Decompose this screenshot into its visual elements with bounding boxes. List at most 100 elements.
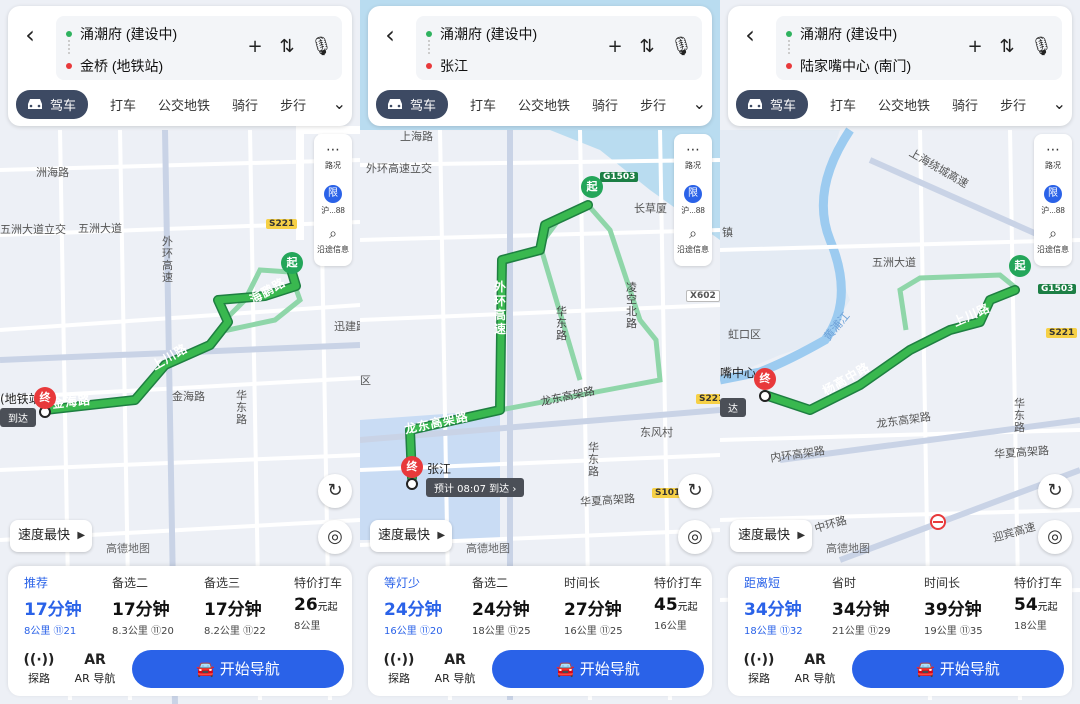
route-inputs: 涌潮府 (建设中) 金桥 (地铁站) + ⇅ 🎙 — [56, 16, 342, 80]
plate-limit-button[interactable]: 限沪...88 — [314, 184, 352, 216]
add-waypoint-icon[interactable]: + — [606, 36, 624, 57]
traffic-button[interactable]: ⋯ 路况 — [674, 142, 712, 171]
start-navigation-button[interactable]: 🚘 开始导航 — [852, 650, 1064, 688]
traffic-icon: ⋯ — [686, 142, 700, 158]
tab-transit[interactable]: 公交地铁 — [158, 95, 210, 114]
tab-drive[interactable]: 驾车 — [16, 89, 89, 119]
explore-button[interactable]: ((·)) 探路 — [736, 652, 782, 686]
add-waypoint-icon[interactable]: + — [246, 36, 264, 57]
ar-nav-button[interactable]: AR AR 导航 — [72, 652, 118, 686]
add-waypoint-icon[interactable]: + — [966, 36, 984, 57]
mic-icon[interactable]: 🎙 — [310, 36, 333, 57]
explore-button[interactable]: ((·)) 探路 — [376, 652, 422, 686]
tab-taxi[interactable]: 打车 — [110, 95, 136, 114]
option-time: 17 — [204, 600, 228, 620]
start-text: 涌潮府 (建设中) — [800, 26, 898, 42]
ar-nav-button[interactable]: AR AR 导航 — [432, 652, 478, 686]
map-label: 外环高速立交 — [366, 162, 432, 175]
swap-icon[interactable]: ⇅ — [638, 36, 656, 57]
start-navigation-button[interactable]: 🚘 开始导航 — [132, 650, 344, 688]
chevron-right-icon: ▶ — [77, 530, 86, 541]
taxi-option[interactable]: 特价打车 45元起 16公里 — [654, 574, 720, 634]
plate-limit-button[interactable]: 限沪...88 — [674, 184, 712, 216]
map-side-toolbar: ⋯ 路况 限沪...88 ⌕ 沿途信息 — [1034, 134, 1072, 266]
tab-transit[interactable]: 公交地铁 — [518, 95, 570, 114]
back-icon[interactable]: ‹ — [738, 20, 762, 50]
along-route-button[interactable]: ⌕ 沿途信息 — [674, 226, 712, 255]
tab-bike[interactable]: 骑行 — [232, 95, 258, 114]
map-label: 区 — [360, 374, 371, 387]
route-option[interactable]: 等灯少 24分钟 16公里 ⑪20 — [384, 574, 470, 637]
highway-shield: X602 — [686, 290, 720, 302]
tab-taxi[interactable]: 打车 — [830, 95, 856, 114]
route-option[interactable]: 备选二 17分钟 8.3公里 ⑪20 — [112, 574, 198, 637]
map-label: 华东路 — [1014, 397, 1025, 434]
route-preference-button[interactable]: 速度最快 ▶ — [370, 520, 453, 552]
option-unit: 分钟 — [587, 600, 622, 620]
route-option[interactable]: 时间长 27分钟 16公里 ⑪25 — [564, 574, 650, 637]
tab-taxi[interactable]: 打车 — [470, 95, 496, 114]
mic-icon[interactable]: 🎙 — [670, 36, 693, 57]
tab-transit[interactable]: 公交地铁 — [878, 95, 930, 114]
tab-drive[interactable]: 驾车 — [736, 89, 809, 119]
swap-icon[interactable]: ⇅ — [998, 36, 1016, 57]
start-field[interactable]: 涌潮府 (建设中) — [786, 24, 897, 44]
tab-walk[interactable]: 步行 — [280, 95, 306, 114]
route-option[interactable]: 距离短 34分钟 18公里 ⑪32 — [744, 574, 830, 637]
option-detail: 16公里 — [654, 621, 687, 632]
tab-walk[interactable]: 步行 — [1000, 95, 1026, 114]
route-preference-button[interactable]: 速度最快 ▶ — [10, 520, 93, 552]
swap-icon[interactable]: ⇅ — [278, 36, 296, 57]
refresh-route-button[interactable]: ↻ — [1038, 474, 1072, 508]
start-marker: 起 — [581, 176, 603, 198]
divider — [68, 40, 70, 54]
along-route-button[interactable]: ⌕ 沿途信息 — [1034, 226, 1072, 255]
plate-limit-button[interactable]: 限沪...88 — [1034, 184, 1072, 216]
route-option[interactable]: 备选二 24分钟 18公里 ⑪25 — [472, 574, 558, 637]
taxi-option[interactable]: 特价打车 54元起 18公里 — [1014, 574, 1080, 634]
along-route-button[interactable]: ⌕ 沿途信息 — [314, 226, 352, 255]
explore-icon: ((·)) — [383, 652, 415, 668]
chevron-down-icon[interactable]: ⌄ — [333, 94, 346, 113]
map-label: 上海路 — [400, 130, 433, 143]
option-detail: 16公里 ⑪20 — [384, 626, 443, 637]
traffic-button[interactable]: ⋯ 路况 — [1034, 142, 1072, 171]
refresh-route-button[interactable]: ↻ — [318, 474, 352, 508]
route-preference-button[interactable]: 速度最快 ▶ — [730, 520, 813, 552]
tab-drive[interactable]: 驾车 — [376, 89, 449, 119]
end-field[interactable]: 陆家嘴中心 (南门) — [786, 56, 911, 76]
ar-icon: AR — [84, 652, 106, 668]
back-icon[interactable]: ‹ — [378, 20, 402, 50]
traffic-button[interactable]: ⋯ 路况 — [314, 142, 352, 171]
ar-nav-button[interactable]: AR AR 导航 — [792, 652, 838, 686]
divider — [788, 40, 790, 54]
locate-button[interactable]: ◎ — [678, 520, 712, 554]
locate-button[interactable]: ◎ — [1038, 520, 1072, 554]
end-field[interactable]: 金桥 (地铁站) — [66, 56, 163, 76]
end-dot-icon — [66, 63, 72, 70]
start-navigation-button[interactable]: 🚘 开始导航 — [492, 650, 704, 688]
end-field[interactable]: 张江 — [426, 56, 468, 76]
route-option[interactable]: 时间长 39分钟 19公里 ⑪35 — [924, 574, 1010, 637]
map-logo: 高德地图 — [826, 542, 870, 555]
taxi-option[interactable]: 特价打车 26元起 8公里 — [294, 574, 360, 634]
traffic-label: 路况 — [685, 161, 701, 170]
option-detail: 16公里 ⑪25 — [564, 626, 623, 637]
mic-icon[interactable]: 🎙 — [1030, 36, 1053, 57]
chevron-down-icon[interactable]: ⌄ — [693, 94, 706, 113]
tab-bike[interactable]: 骑行 — [952, 95, 978, 114]
route-option[interactable]: 备选三 17分钟 8.2公里 ⑪22 — [204, 574, 290, 637]
start-field[interactable]: 涌潮府 (建设中) — [426, 24, 537, 44]
refresh-route-button[interactable]: ↻ — [678, 474, 712, 508]
start-field[interactable]: 涌潮府 (建设中) — [66, 24, 177, 44]
route-search-card: ‹ 涌潮府 (建设中) 陆家嘴中心 (南门) + ⇅ 🎙 驾车 打车 公交地铁 骑行… — [728, 6, 1072, 126]
tab-walk[interactable]: 步行 — [640, 95, 666, 114]
locate-button[interactable]: ◎ — [318, 520, 352, 554]
route-option[interactable]: 省时 34分钟 21公里 ⑪29 — [832, 574, 918, 637]
chevron-down-icon[interactable]: ⌄ — [1053, 94, 1066, 113]
explore-button[interactable]: ((·)) 探路 — [16, 652, 62, 686]
route-option[interactable]: 推荐 17分钟 8公里 ⑪21 — [24, 574, 110, 637]
tab-bike[interactable]: 骑行 — [592, 95, 618, 114]
limit-icon: 限 — [684, 185, 702, 203]
back-icon[interactable]: ‹ — [18, 20, 42, 50]
